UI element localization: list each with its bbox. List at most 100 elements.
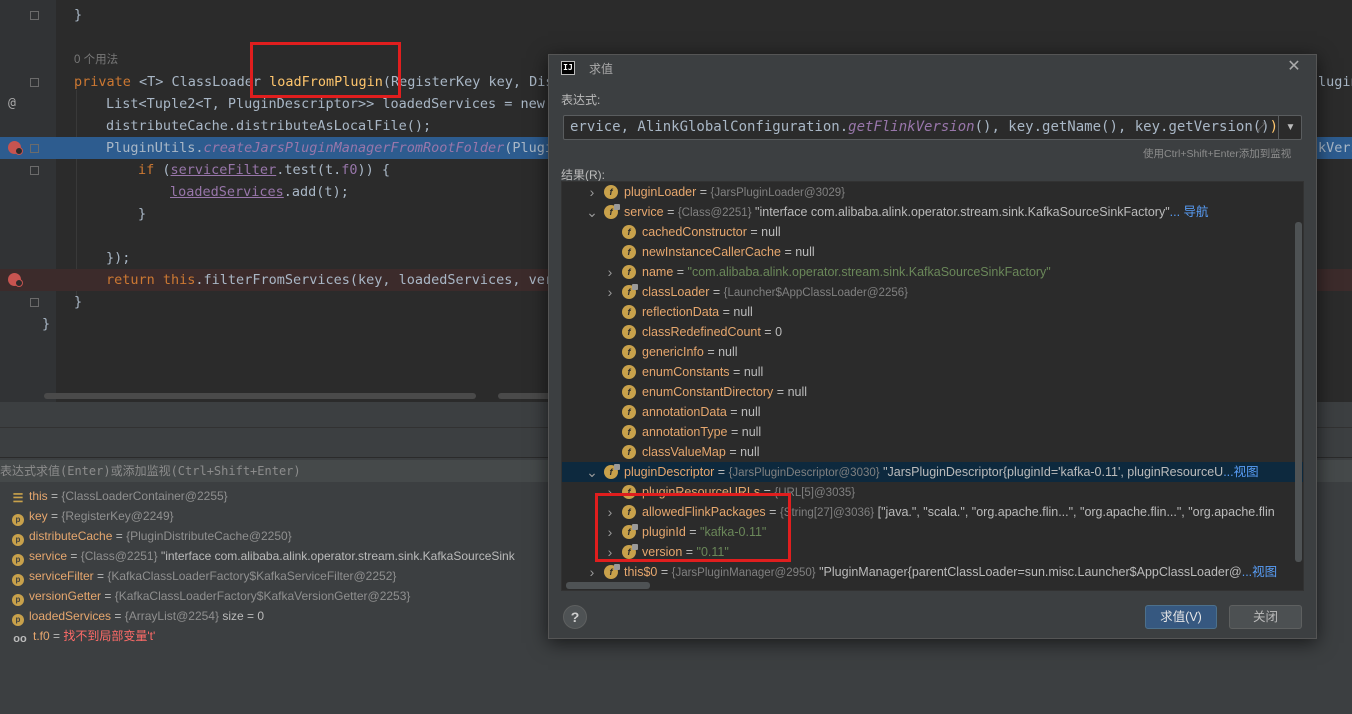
variable-row[interactable]: p key = {RegisterKey@2249} <box>0 506 560 526</box>
tree-vertical-scrollbar[interactable] <box>1295 222 1302 562</box>
tree-node-label: service = {Class@2251} "interface com.al… <box>624 202 1209 223</box>
equals-sign: = <box>760 325 776 339</box>
navigate-link[interactable]: ... 导航 <box>1170 205 1209 219</box>
tree-node[interactable]: f newInstanceCallerCache = null <box>562 242 1303 262</box>
dialog-title-bar[interactable]: IJ 求值 ✕ <box>549 55 1316 81</box>
tree-node-label: enumConstantDirectory = null <box>642 382 807 402</box>
field-value: null <box>733 305 753 319</box>
field-name: genericInfo <box>642 345 704 359</box>
expand-arrow-icon[interactable]: › <box>604 262 616 282</box>
fold-marker-icon[interactable] <box>30 298 39 307</box>
expression-text: ervice, AlinkGlobalConfiguration.getFlin… <box>570 116 1278 139</box>
field-name: this$0 <box>624 565 658 579</box>
tree-node[interactable]: › f this$0 = {JarsPluginManager@2950} "Plu… <box>562 562 1303 582</box>
tree-node[interactable]: f classRedefinedCount = 0 <box>562 322 1303 342</box>
field-name: name <box>642 265 674 279</box>
tree-node[interactable]: f reflectionData = null <box>562 302 1303 322</box>
field-icon: f <box>604 564 620 579</box>
tree-node[interactable]: f annotationType = null <box>562 422 1303 442</box>
close-button[interactable]: 关闭 <box>1229 605 1302 629</box>
expand-editor-icon[interactable]: ⤢ <box>1254 120 1268 134</box>
variable-value: "interface com.alibaba.alink.operator.st… <box>160 549 515 563</box>
equals-sign: = <box>49 629 64 643</box>
field-name: enumConstantDirectory <box>642 385 774 399</box>
equals-sign: = <box>696 185 711 199</box>
field-icon: f <box>622 365 636 379</box>
expand-arrow-icon[interactable]: › <box>586 182 598 202</box>
tree-node[interactable]: f genericInfo = null <box>562 342 1303 362</box>
fold-marker-icon[interactable] <box>30 166 39 175</box>
field-type: {JarsPluginManager@2950} <box>671 567 816 579</box>
tree-node[interactable]: › f classLoader = {Launcher$AppClassLoader… <box>562 282 1303 303</box>
fold-marker-icon[interactable] <box>30 11 39 20</box>
tree-node-label: pluginDescriptor = {JarsPluginDescriptor… <box>624 462 1259 483</box>
variable-name: distributeCache <box>29 529 113 543</box>
code-text: }); <box>106 250 131 266</box>
tree-node-label: classLoader = {Launcher$AppClassLoader@2… <box>642 282 908 303</box>
expression-text-part: (), key.getName(), key.getVersion() <box>974 119 1270 135</box>
variable-type: {KafkaClassLoaderFactory$KafkaServiceFil… <box>107 569 397 583</box>
field-reference: f0 <box>341 162 358 178</box>
breakpoint-icon[interactable] <box>8 273 23 287</box>
tree-node[interactable]: f classValueMap = null <box>562 442 1303 462</box>
tree-node-label: pluginLoader = {JarsPluginLoader@3029} <box>624 182 845 203</box>
tree-node[interactable]: f annotationData = null <box>562 402 1303 422</box>
variable-row[interactable]: p versionGetter = {KafkaClassLoaderFactor… <box>0 586 560 606</box>
variables-list[interactable]: ☰ this = {ClassLoaderContainer@2255} p key … <box>0 486 560 646</box>
tree-horizontal-scrollbar[interactable] <box>566 582 650 589</box>
field-value: null <box>761 225 781 239</box>
variable-row[interactable]: p serviceFilter = {KafkaClassLoaderFactor… <box>0 566 560 586</box>
field-value: ["java.", "scala.", "org.apache.flin..."… <box>877 505 1275 519</box>
tree-node-label: classRedefinedCount = 0 <box>642 322 782 342</box>
variable-row[interactable]: p service = {Class@2251} "interface com.a… <box>0 546 560 566</box>
tree-node[interactable]: › f name = "com.alibaba.alink.operator.str… <box>562 262 1303 282</box>
keyword-private: private <box>74 74 140 90</box>
variable-name: t.f0 <box>33 629 50 643</box>
variable-row[interactable]: p distributeCache = {PluginDistributeCach… <box>0 526 560 546</box>
tree-node-label: newInstanceCallerCache = null <box>642 242 815 262</box>
keyword-this: this <box>162 272 196 288</box>
expand-arrow-icon[interactable]: › <box>604 282 616 302</box>
equals-sign: = <box>93 569 108 583</box>
collapse-arrow-icon[interactable]: ⌄ <box>586 202 598 222</box>
navigate-link[interactable]: ...视图 <box>1242 565 1277 579</box>
variable-row[interactable]: p loadedServices = {ArrayList@2254} size … <box>0 606 560 626</box>
editor-horizontal-scrollbar[interactable] <box>44 393 476 399</box>
code-text: ( <box>162 162 171 178</box>
variable-row[interactable]: ☰ this = {ClassLoaderContainer@2255} <box>0 486 560 506</box>
expression-label: 表达式: <box>561 93 601 107</box>
fold-marker-icon[interactable] <box>30 144 39 153</box>
breakpoint-icon[interactable] <box>8 141 23 155</box>
evaluate-button[interactable]: 求值(V) <box>1145 605 1217 629</box>
collapse-arrow-icon[interactable]: ⌄ <box>586 462 598 482</box>
field-value: "JarsPluginDescriptor{pluginId='kafka-0.… <box>883 465 1224 479</box>
field-name: cachedConstructor <box>642 225 747 239</box>
equals-sign: = <box>703 345 719 359</box>
annotation-highlight-box <box>595 493 791 562</box>
expression-input[interactable]: ervice, AlinkGlobalConfiguration.getFlin… <box>563 115 1302 140</box>
variable-error: 找不到局部变量't' <box>63 629 156 643</box>
tree-node[interactable]: f enumConstantDirectory = null <box>562 382 1303 402</box>
field-icon: f <box>622 425 636 439</box>
history-dropdown-icon[interactable]: ▼ <box>1278 116 1301 139</box>
tree-node[interactable]: ⌄ f service = {Class@2251} "interface com.… <box>562 202 1303 223</box>
variable-row[interactable]: oo t.f0 = 找不到局部变量't' <box>0 626 560 646</box>
fold-marker-icon[interactable] <box>30 78 39 87</box>
tree-node[interactable]: f cachedConstructor = null <box>562 222 1303 242</box>
variable-type: {RegisterKey@2249} <box>61 509 174 523</box>
equals-sign: = <box>714 465 729 479</box>
tree-node-label: genericInfo = null <box>642 342 738 362</box>
help-button[interactable]: ? <box>563 605 587 629</box>
code-text: distributeCache.distributeAsLocalFile(); <box>106 118 432 134</box>
tree-node[interactable]: › f pluginLoader = {JarsPluginLoader@3029} <box>562 182 1303 203</box>
tree-node[interactable]: ⌄ f pluginDescriptor = {JarsPluginDescript… <box>562 462 1303 483</box>
field-value: null <box>795 245 815 259</box>
tree-node[interactable]: f enumConstants = null <box>562 362 1303 382</box>
variable-type: {ClassLoaderContainer@2255} <box>61 489 228 503</box>
expand-arrow-icon[interactable]: › <box>586 562 598 582</box>
navigate-link[interactable]: ...视图 <box>1223 465 1258 479</box>
usage-hint[interactable]: 0 个用法 <box>74 50 118 70</box>
field-name: enumConstants <box>642 365 730 379</box>
close-icon[interactable]: ✕ <box>1285 58 1303 76</box>
equals-sign: = <box>47 489 62 503</box>
